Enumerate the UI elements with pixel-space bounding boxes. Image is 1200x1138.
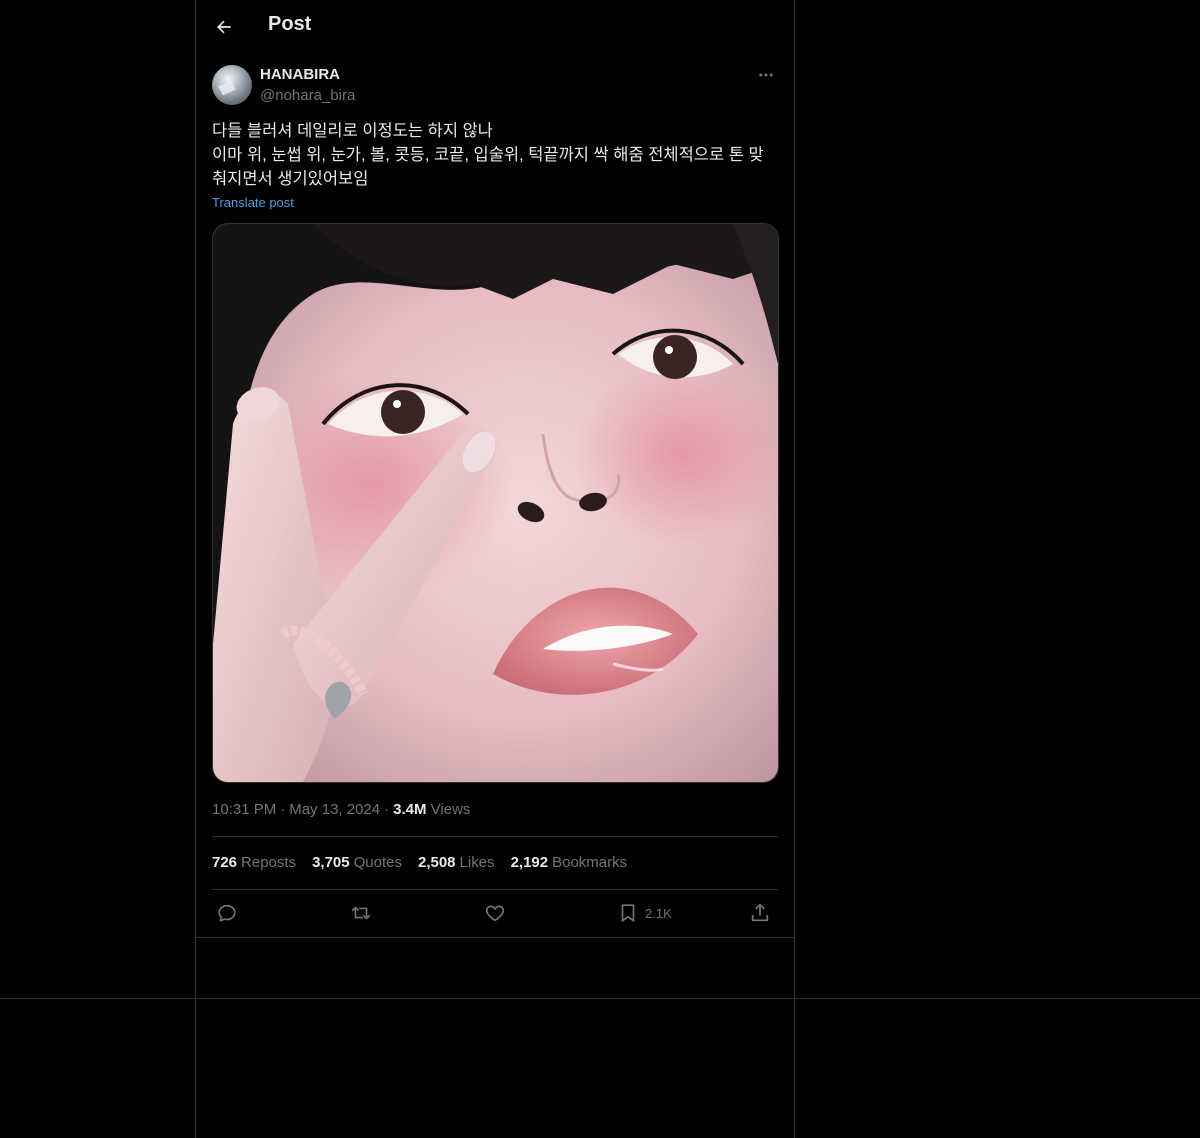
avatar[interactable] <box>212 65 252 105</box>
quotes-stat[interactable]: 3,705 Quotes <box>312 854 402 871</box>
reply-icon <box>218 904 236 922</box>
bookmark-button[interactable]: 2.1K <box>617 900 672 926</box>
main-column: Post HANABIRA @nohara_bira 다들 블러셔 데일리로 이… <box>195 0 795 1138</box>
quotes-label: Quotes <box>353 854 402 871</box>
quotes-count: 3,705 <box>312 854 350 871</box>
post-meta: 10:31 PM · May 13, 2024 · 3.4M Views <box>212 801 471 818</box>
arrow-left-icon <box>217 20 231 34</box>
reposts-count: 726 <box>212 854 238 871</box>
repost-icon <box>351 906 371 920</box>
post-text: 다들 블러셔 데일리로 이정도는 하지 않나 이마 위, 눈썹 위, 눈가, 볼… <box>212 119 778 191</box>
share-icon <box>751 903 769 922</box>
bookmarks-stat[interactable]: 2,192 Bookmarks <box>511 854 628 871</box>
bookmark-count: 2.1K <box>645 905 672 921</box>
views-count: 3.4M <box>393 801 427 818</box>
heart-icon <box>485 905 505 922</box>
reply-button[interactable] <box>216 900 238 926</box>
bookmarks-label: Bookmarks <box>552 854 628 871</box>
repost-button[interactable] <box>350 900 372 926</box>
post-image[interactable] <box>212 223 779 783</box>
header: Post <box>196 0 794 54</box>
more-icon <box>759 73 773 77</box>
post-stats: 726 Reposts 3,705 Quotes 2,508 Likes 2,192 Book… <box>212 854 643 871</box>
post-text-line: 다들 블러셔 데일리로 이정도는 하지 않나 <box>212 122 493 140</box>
post-time[interactable]: 10:31 PM <box>212 801 276 818</box>
action-bar: 2.1K <box>212 900 778 928</box>
page: Post HANABIRA @nohara_bira 다들 블러셔 데일리로 이… <box>0 0 1200 1138</box>
likes-stat[interactable]: 2,508 Likes <box>418 854 495 871</box>
likes-label: Likes <box>459 854 495 871</box>
divider <box>212 836 778 837</box>
more-options-button[interactable] <box>754 64 778 86</box>
post-text-line: 이마 위, 눈썹 위, 눈가, 볼, 콧등, 코끝, 입술위, 턱끝까지 싹 해… <box>212 146 764 164</box>
post-author: HANABIRA @nohara_bira <box>212 64 778 108</box>
like-button[interactable] <box>484 900 506 926</box>
page-title: Post <box>268 13 312 35</box>
portrait-photo <box>213 224 778 782</box>
bookmarks-count: 2,192 <box>510 854 549 871</box>
share-button[interactable] <box>749 900 771 926</box>
reposts-stat[interactable]: 726 Reposts <box>212 854 296 871</box>
views-label: Views <box>430 801 471 818</box>
author-handle[interactable]: @nohara_bira <box>260 87 355 104</box>
translate-post-link[interactable]: Translate post <box>212 195 294 210</box>
divider <box>212 889 778 890</box>
bookmark-icon <box>621 904 635 922</box>
post-bottom-border <box>196 937 794 938</box>
post-text-line: 춰지면서 생기있어보임 <box>212 170 369 188</box>
back-button[interactable] <box>208 11 240 43</box>
reposts-label: Reposts <box>241 854 297 871</box>
post-date[interactable]: May 13, 2024 <box>289 801 380 818</box>
author-name[interactable]: HANABIRA <box>260 66 340 83</box>
likes-count: 2,508 <box>417 854 456 871</box>
